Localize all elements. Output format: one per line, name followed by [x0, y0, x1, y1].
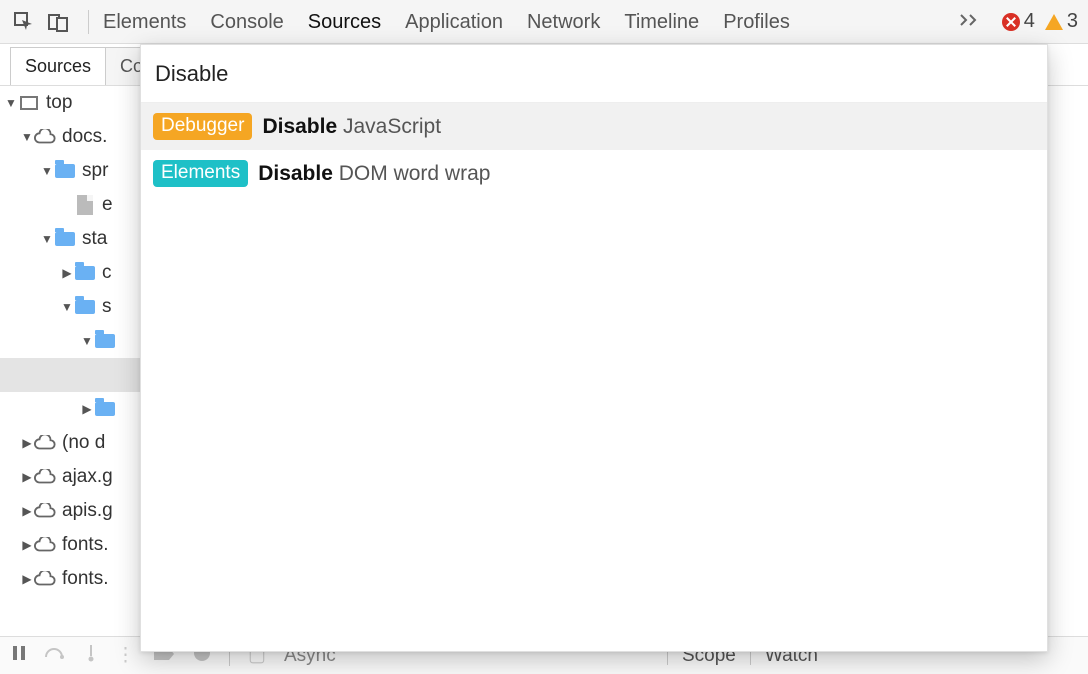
warning-icon	[1045, 14, 1063, 30]
inspect-element-icon[interactable]	[10, 8, 38, 36]
disclosure-triangle-icon[interactable]	[80, 402, 94, 416]
command-menu-item[interactable]: Elements Disable DOM word wrap	[141, 150, 1047, 197]
tab-profiles[interactable]: Profiles	[723, 0, 790, 44]
disclosure-triangle-icon[interactable]	[20, 504, 34, 518]
folder-icon	[94, 330, 116, 352]
disclosure-triangle-icon[interactable]	[20, 130, 34, 144]
tree-label: sta	[82, 228, 107, 250]
error-count: 4	[1024, 10, 1035, 33]
subtab-sources[interactable]: Sources	[10, 47, 106, 85]
disclosure-triangle-icon[interactable]	[40, 164, 54, 178]
tree-label: fonts.	[62, 534, 108, 556]
devtools-top-toolbar: Elements Console Sources Application Net…	[0, 0, 1088, 44]
disclosure-triangle-icon[interactable]	[40, 232, 54, 246]
more-icon[interactable]: ⋮	[116, 644, 135, 667]
folder-icon	[94, 398, 116, 420]
tree-row[interactable]: e	[0, 188, 150, 222]
tree-row[interactable]	[0, 324, 150, 358]
tree-row[interactable]: c	[0, 256, 150, 290]
tab-timeline[interactable]: Timeline	[624, 0, 699, 44]
error-icon	[1002, 13, 1020, 31]
blank-icon	[110, 364, 132, 386]
tree-row[interactable]: (no d	[0, 426, 150, 460]
cloud-icon	[34, 500, 56, 522]
disclosure-triangle-icon[interactable]	[4, 96, 18, 110]
frame-icon	[18, 92, 40, 114]
tree-label: e	[102, 194, 113, 216]
tree-row[interactable]: s	[0, 290, 150, 324]
tab-network[interactable]: Network	[527, 0, 600, 44]
command-menu-list: Debugger Disable JavaScript Elements Disabl…	[141, 103, 1047, 651]
category-badge: Debugger	[153, 113, 252, 140]
tree-row[interactable]: apis.g	[0, 494, 150, 528]
tree-row[interactable]: fonts.	[0, 528, 150, 562]
tree-label: ajax.g	[62, 466, 113, 488]
tab-elements[interactable]: Elements	[103, 0, 186, 44]
cloud-icon	[34, 534, 56, 556]
cloud-icon	[34, 568, 56, 590]
step-over-icon[interactable]	[44, 645, 66, 667]
tree-label: spr	[82, 160, 108, 182]
tree-row[interactable]	[0, 392, 150, 426]
tree-label: docs.	[62, 126, 107, 148]
warning-count: 3	[1067, 10, 1078, 33]
panel-tabs: Elements Console Sources Application Net…	[99, 0, 960, 44]
device-toolbar-icon[interactable]	[44, 8, 72, 36]
tree-row[interactable]: top	[0, 86, 150, 120]
tree-label: (no d	[62, 432, 105, 454]
file-tree: top docs. spr e sta cs (no d ajax.g apis.g fonts.…	[0, 86, 150, 636]
folder-icon	[54, 228, 76, 250]
tree-row[interactable]: spr	[0, 154, 150, 188]
tree-row[interactable]: sta	[0, 222, 150, 256]
cloud-icon	[34, 126, 56, 148]
folder-icon	[54, 160, 76, 182]
command-menu: Debugger Disable JavaScript Elements Disabl…	[140, 44, 1048, 652]
command-label: Disable JavaScript	[262, 115, 441, 139]
tree-label: apis.g	[62, 500, 113, 522]
tree-row[interactable]	[0, 358, 150, 392]
overflow-tabs-icon[interactable]	[960, 10, 982, 33]
tab-console[interactable]: Console	[210, 0, 283, 44]
tab-application[interactable]: Application	[405, 0, 503, 44]
tree-row[interactable]: docs.	[0, 120, 150, 154]
cloud-icon	[34, 432, 56, 454]
command-menu-input-row	[141, 45, 1047, 103]
disclosure-triangle-icon[interactable]	[80, 334, 94, 348]
toolbar-separator	[88, 10, 89, 34]
command-menu-item[interactable]: Debugger Disable JavaScript	[141, 103, 1047, 150]
disclosure-triangle-icon[interactable]	[60, 300, 74, 314]
tree-label: s	[102, 296, 112, 318]
tab-sources[interactable]: Sources	[308, 0, 381, 44]
disclosure-triangle-icon[interactable]	[20, 470, 34, 484]
folder-icon	[74, 262, 96, 284]
status-counters[interactable]: 4 3	[1002, 10, 1078, 33]
disclosure-triangle-icon[interactable]	[60, 266, 74, 280]
file-icon	[74, 194, 96, 216]
tree-label: c	[102, 262, 112, 284]
folder-icon	[74, 296, 96, 318]
tree-label: fonts.	[62, 568, 108, 590]
tree-row[interactable]: ajax.g	[0, 460, 150, 494]
pause-icon[interactable]	[12, 645, 26, 667]
command-menu-input[interactable]	[155, 61, 1033, 87]
disclosure-triangle-icon[interactable]	[20, 538, 34, 552]
category-badge: Elements	[153, 160, 248, 187]
command-label: Disable DOM word wrap	[258, 162, 490, 186]
tree-label: top	[46, 92, 72, 114]
disclosure-triangle-icon[interactable]	[20, 572, 34, 586]
step-into-icon[interactable]	[84, 644, 98, 668]
cloud-icon	[34, 466, 56, 488]
tree-row[interactable]: fonts.	[0, 562, 150, 596]
disclosure-triangle-icon[interactable]	[20, 436, 34, 450]
